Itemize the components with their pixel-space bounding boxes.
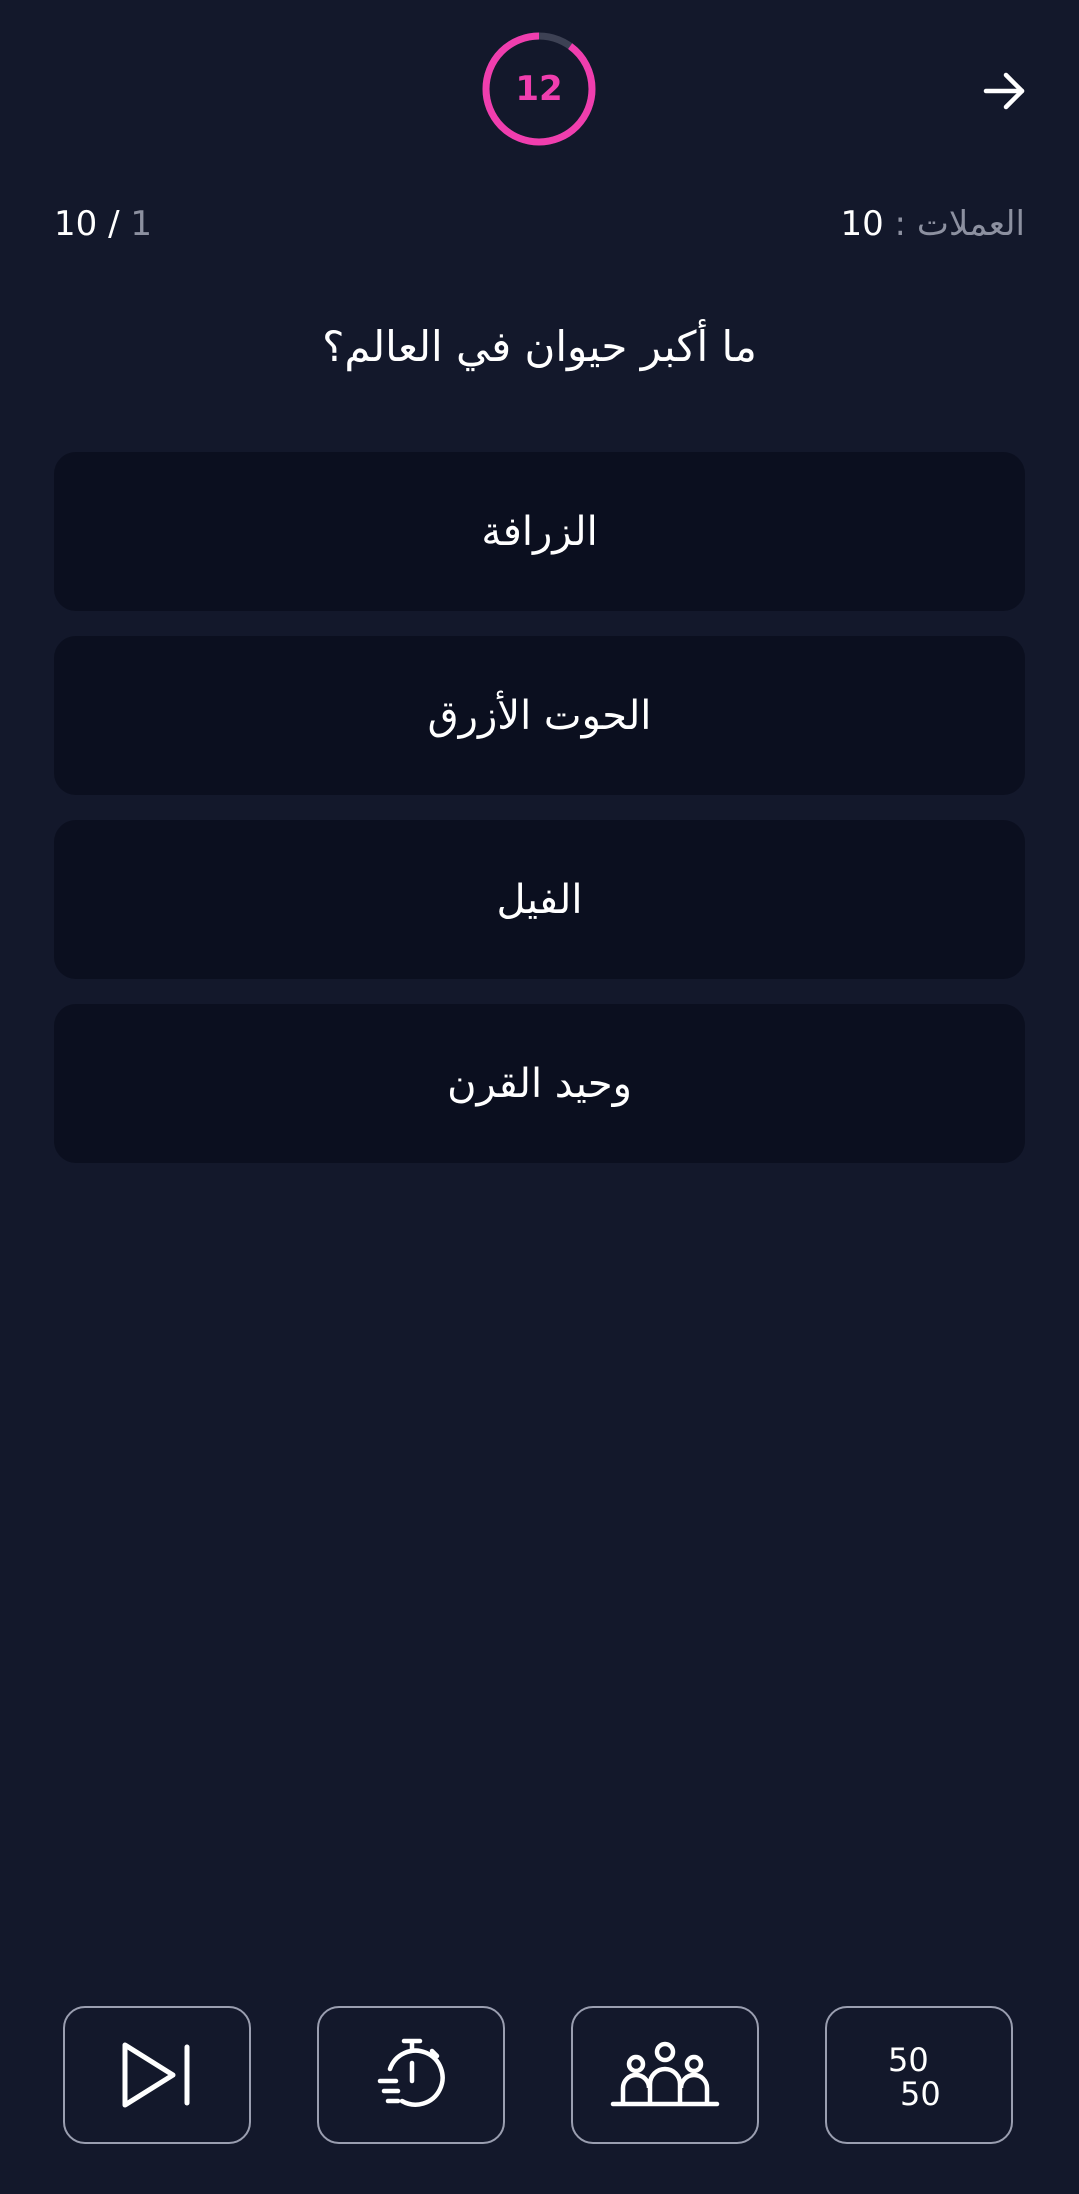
answer-option-2[interactable]: الحوت الأزرق: [54, 636, 1025, 795]
coins-value: 10: [840, 204, 884, 244]
arrow-right-icon[interactable]: [982, 68, 1028, 114]
stopwatch-icon: [377, 2038, 445, 2107]
coins-label: العملات: [916, 204, 1025, 244]
answer-label: الزرافة: [481, 508, 598, 555]
answer-option-4[interactable]: وحيد القرن: [54, 1004, 1025, 1163]
fifty-fifty-button[interactable]: 50 50: [825, 2006, 1013, 2144]
skip-icon: [122, 2042, 190, 2108]
answer-label: الحوت الأزرق: [427, 692, 652, 739]
timer-value: 12: [515, 69, 563, 109]
answer-option-1[interactable]: الزرافة: [54, 452, 1025, 611]
extra-time-button[interactable]: [317, 2006, 505, 2144]
question-text: ما أكبر حيوان في العالم؟: [322, 322, 757, 371]
fifty-fifty-icon: 50 50: [888, 2041, 941, 2113]
progress-separator: /: [108, 204, 120, 244]
ask-audience-button[interactable]: [571, 2006, 759, 2144]
progress-total: 10: [54, 204, 98, 244]
fifty-top-text: 50: [888, 2041, 929, 2079]
skip-question-button[interactable]: [63, 2006, 251, 2144]
audience-icon: [610, 2041, 720, 2107]
progress-current: 1: [130, 204, 152, 244]
fifty-bottom-text: 50: [900, 2075, 941, 2113]
answer-label: وحيد القرن: [447, 1060, 632, 1107]
answer-option-3[interactable]: الفيل: [54, 820, 1025, 979]
coins-counter: العملات : 10: [840, 204, 1025, 244]
answer-label: الفيل: [496, 876, 583, 923]
countdown-timer: 12: [481, 31, 597, 147]
question-progress: 10 / 1: [54, 204, 152, 244]
coins-separator: :: [894, 204, 907, 244]
